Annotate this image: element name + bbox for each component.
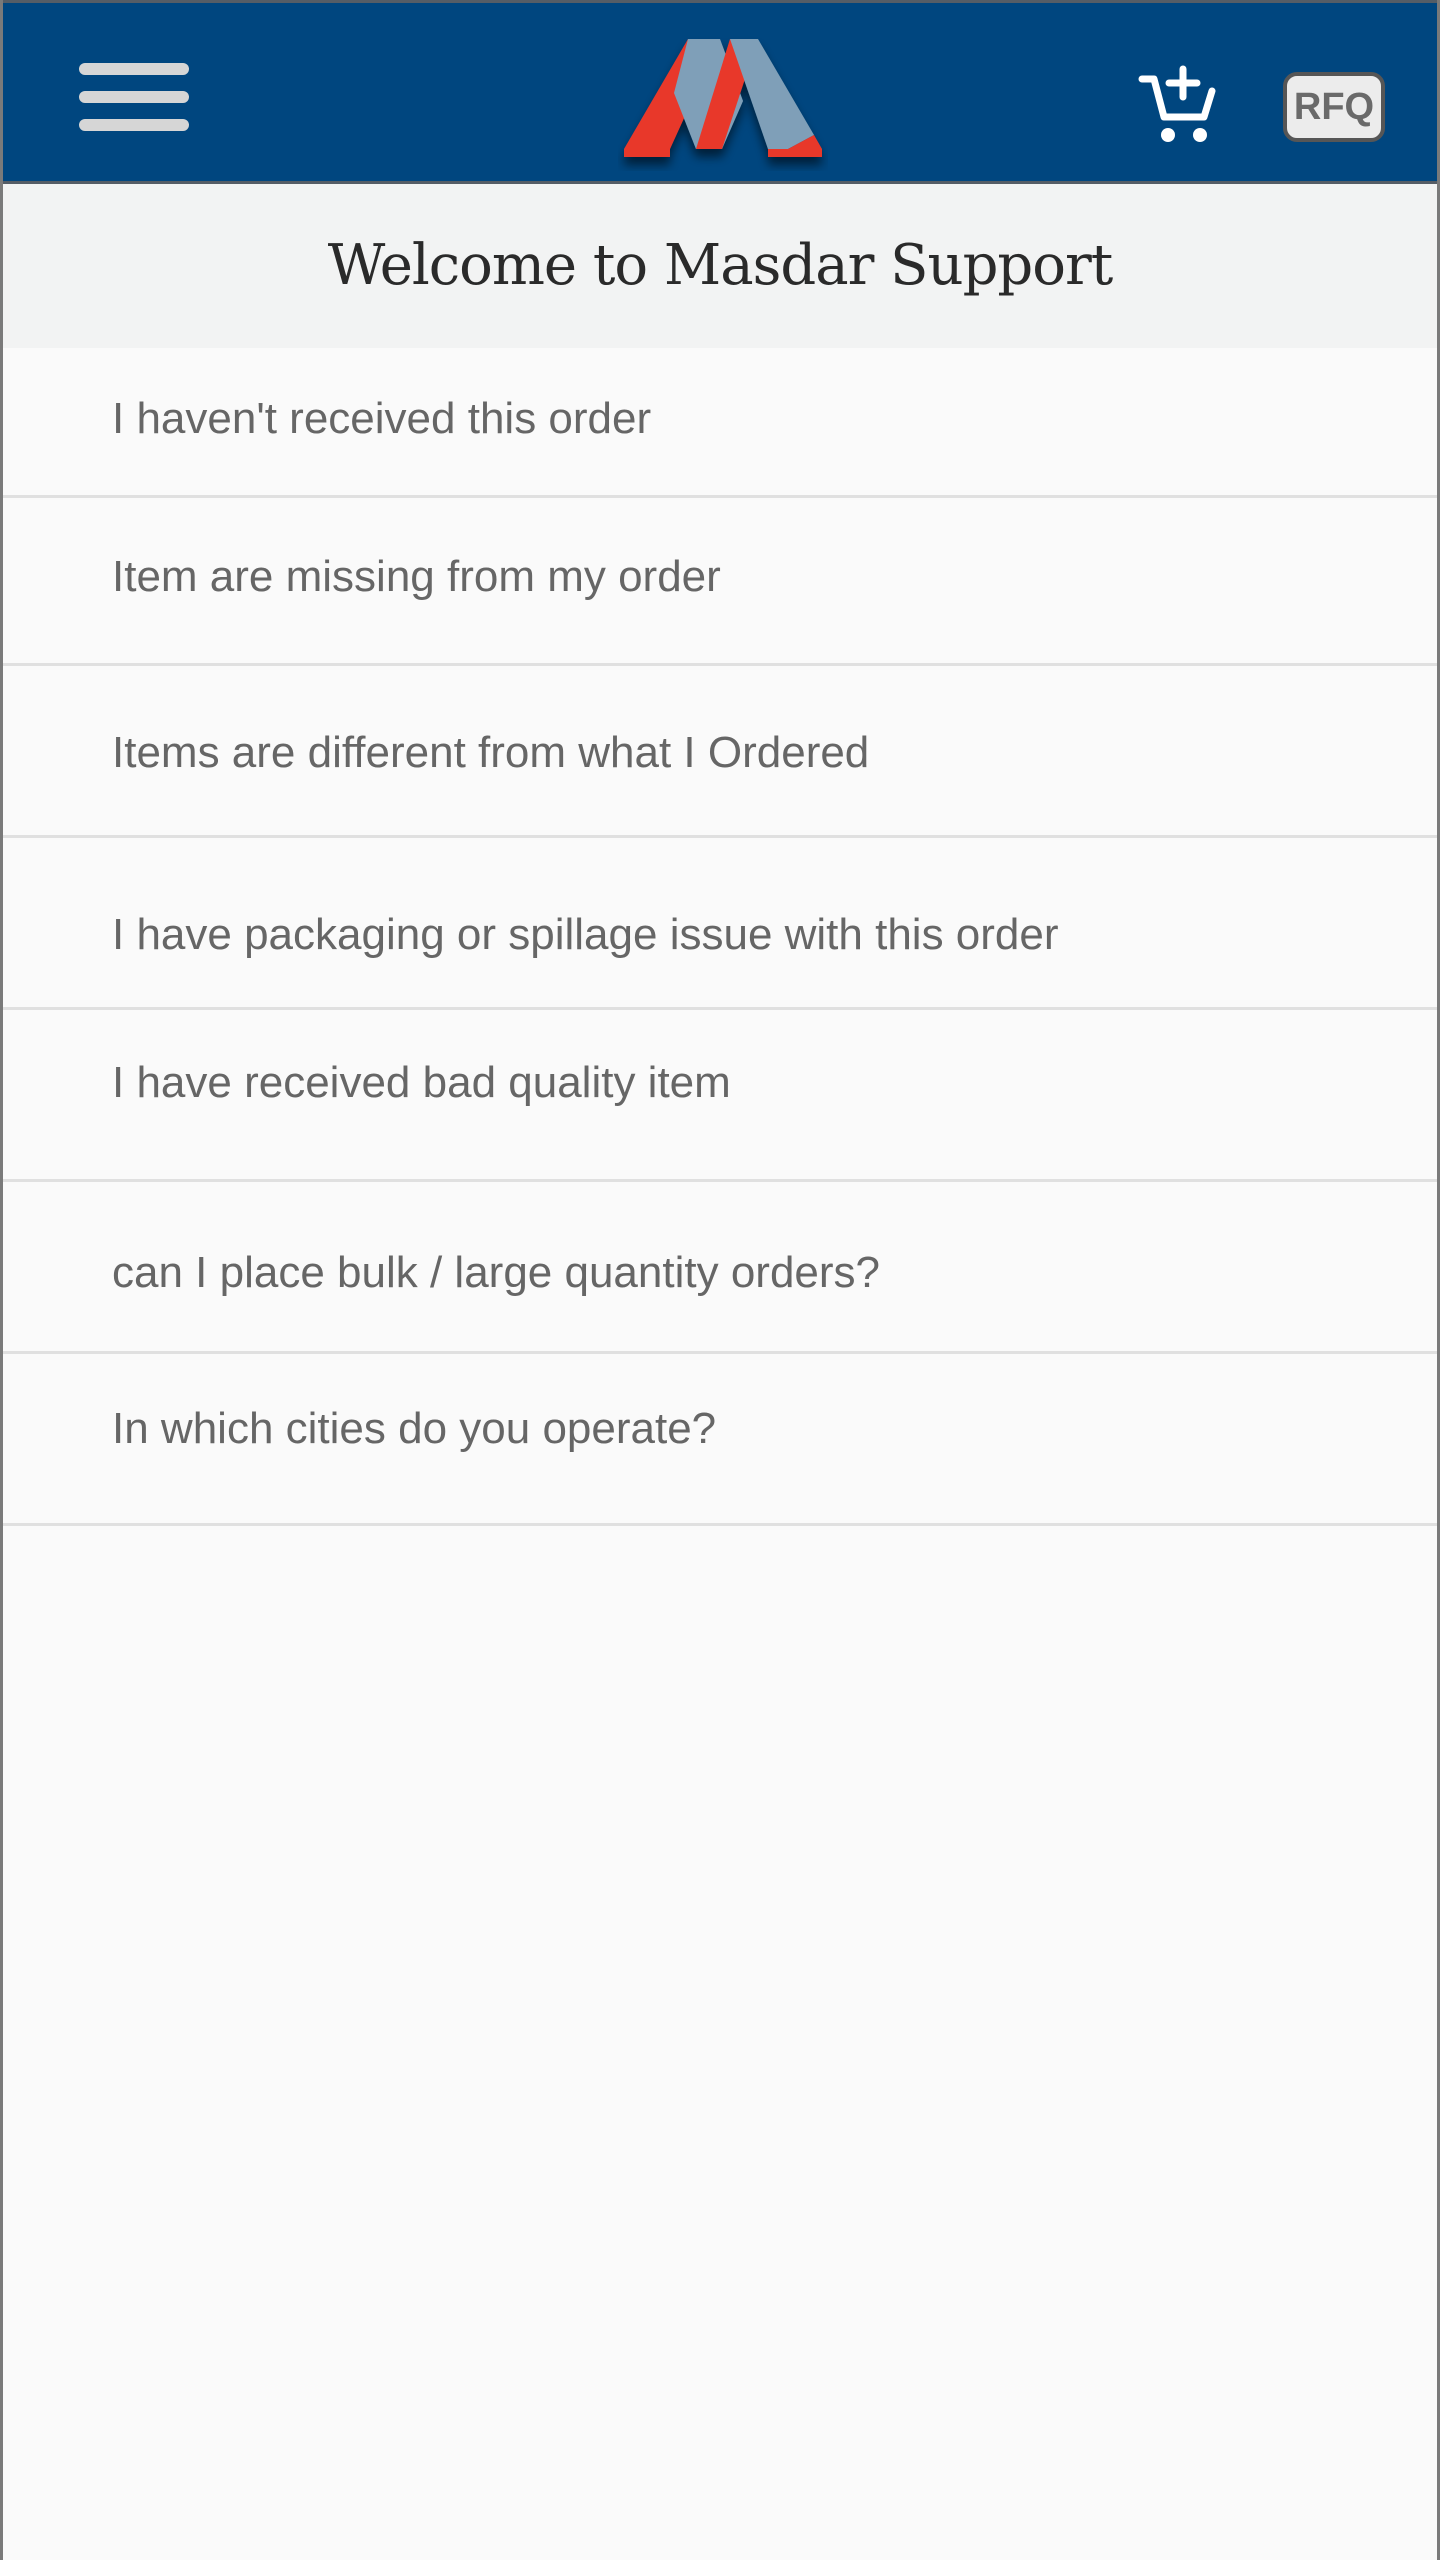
support-item-label: I haven't received this order: [112, 394, 652, 443]
support-item-label: Items are different from what I Ordered: [112, 728, 870, 777]
top-app-bar: RFQ: [0, 0, 1440, 184]
welcome-header: Welcome to Masdar Support: [0, 184, 1440, 349]
page-title: Welcome to Masdar Support: [327, 233, 1114, 298]
menu-button[interactable]: [73, 55, 193, 139]
cart-add-icon[interactable]: [1138, 65, 1220, 147]
support-item-packaging-issue[interactable]: I have packaging or spillage issue with …: [0, 838, 1440, 1010]
hamburger-menu-icon: [79, 63, 189, 75]
support-topic-list: I haven't received this order Item are m…: [0, 348, 1440, 1526]
rfq-button[interactable]: RFQ: [1283, 72, 1385, 142]
support-item-missing-items[interactable]: Item are missing from my order: [0, 498, 1440, 666]
support-item-bad-quality[interactable]: I have received bad quality item: [0, 1010, 1440, 1182]
support-item-label: Item are missing from my order: [112, 552, 721, 601]
support-item-not-received[interactable]: I haven't received this order: [0, 348, 1440, 498]
support-item-label: I have received bad quality item: [112, 1058, 731, 1107]
hamburger-menu-icon-line: [79, 119, 189, 131]
masdar-logo[interactable]: [618, 31, 828, 171]
support-item-bulk-orders[interactable]: can I place bulk / large quantity orders…: [0, 1182, 1440, 1354]
support-item-different-items[interactable]: Items are different from what I Ordered: [0, 666, 1440, 838]
support-item-label: I have packaging or spillage issue with …: [112, 910, 1059, 959]
support-item-label: In which cities do you operate?: [112, 1404, 717, 1453]
support-item-cities[interactable]: In which cities do you operate?: [0, 1354, 1440, 1526]
support-item-label: can I place bulk / large quantity orders…: [112, 1248, 881, 1297]
hamburger-menu-icon-line: [79, 91, 189, 103]
